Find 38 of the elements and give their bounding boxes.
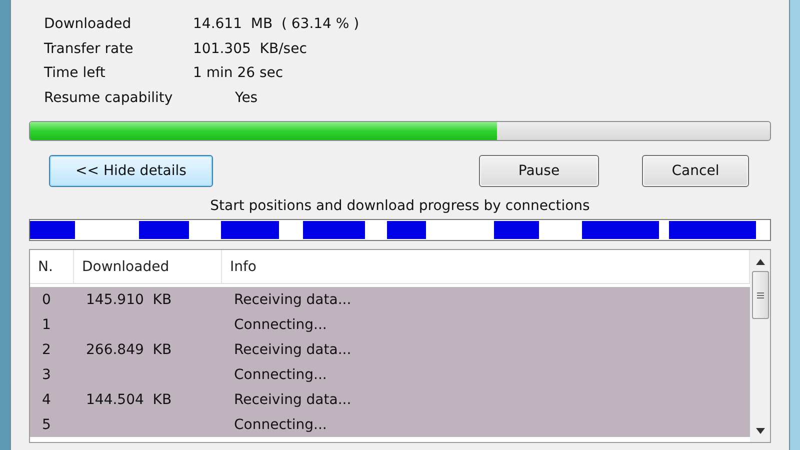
detail-label: Downloaded	[44, 15, 132, 34]
connection-row[interactable]: 5 Connecting...	[30, 412, 750, 437]
connection-row[interactable]: 4 144.504 KB Receiving data...	[30, 387, 750, 412]
scroll-down-icon[interactable]	[756, 428, 764, 434]
hide-details-button[interactable]: << Hide details	[49, 155, 213, 187]
table-cell-text: 0	[41, 292, 52, 308]
connection-row[interactable]: 3 Connecting...	[30, 362, 750, 387]
table-cell-text: Receiving data...	[233, 342, 352, 358]
pause-button[interactable]: Pause	[479, 155, 599, 187]
detail-value: 1 min 26 sec	[193, 64, 284, 83]
detail-label: Time left	[44, 64, 106, 83]
table-cell-text: Connecting...	[233, 416, 328, 432]
detail-value: Yes	[234, 88, 259, 108]
connection-row[interactable]: 1 Connecting...	[30, 312, 750, 337]
table-cell-text: 145.910 KB	[85, 292, 173, 308]
detail-label: Transfer rate	[44, 40, 134, 58]
detail-value: 14.611 MB ( 63.14 % )	[193, 15, 360, 34]
connections-caption: Start positions and download progress by connections	[209, 197, 591, 215]
scroll-up-icon[interactable]	[756, 259, 764, 265]
table-cell-text: 5	[41, 416, 52, 432]
column-header[interactable]: N.	[30, 250, 74, 283]
table-cell-text: 4	[41, 392, 52, 408]
table-cell-text: Receiving data...	[233, 292, 352, 308]
table-cell-text: 144.504 KB	[85, 392, 173, 408]
column-header[interactable]: Downloaded	[74, 250, 222, 283]
table-cell-text: 1	[41, 316, 52, 332]
connection-row[interactable]: 0 145.910 KB Receiving data...	[30, 287, 750, 312]
table-cell-text: Receiving data...	[233, 392, 352, 408]
table-cell-text: 3	[41, 366, 52, 382]
detail-value: 101.305 KB/sec	[193, 40, 308, 58]
table-cell-text: 266.849 KB	[85, 342, 173, 358]
table-cell-text: 2	[41, 342, 52, 358]
scrollbar-thumb[interactable]	[752, 271, 768, 319]
connection-row[interactable]: 2 266.849 KB Receiving data...	[30, 337, 750, 362]
cancel-button[interactable]: Cancel	[642, 155, 749, 187]
table-cell-text: Connecting...	[233, 316, 328, 332]
table-cell-text: Connecting...	[233, 366, 328, 382]
detail-label: Resume capability	[44, 88, 174, 108]
